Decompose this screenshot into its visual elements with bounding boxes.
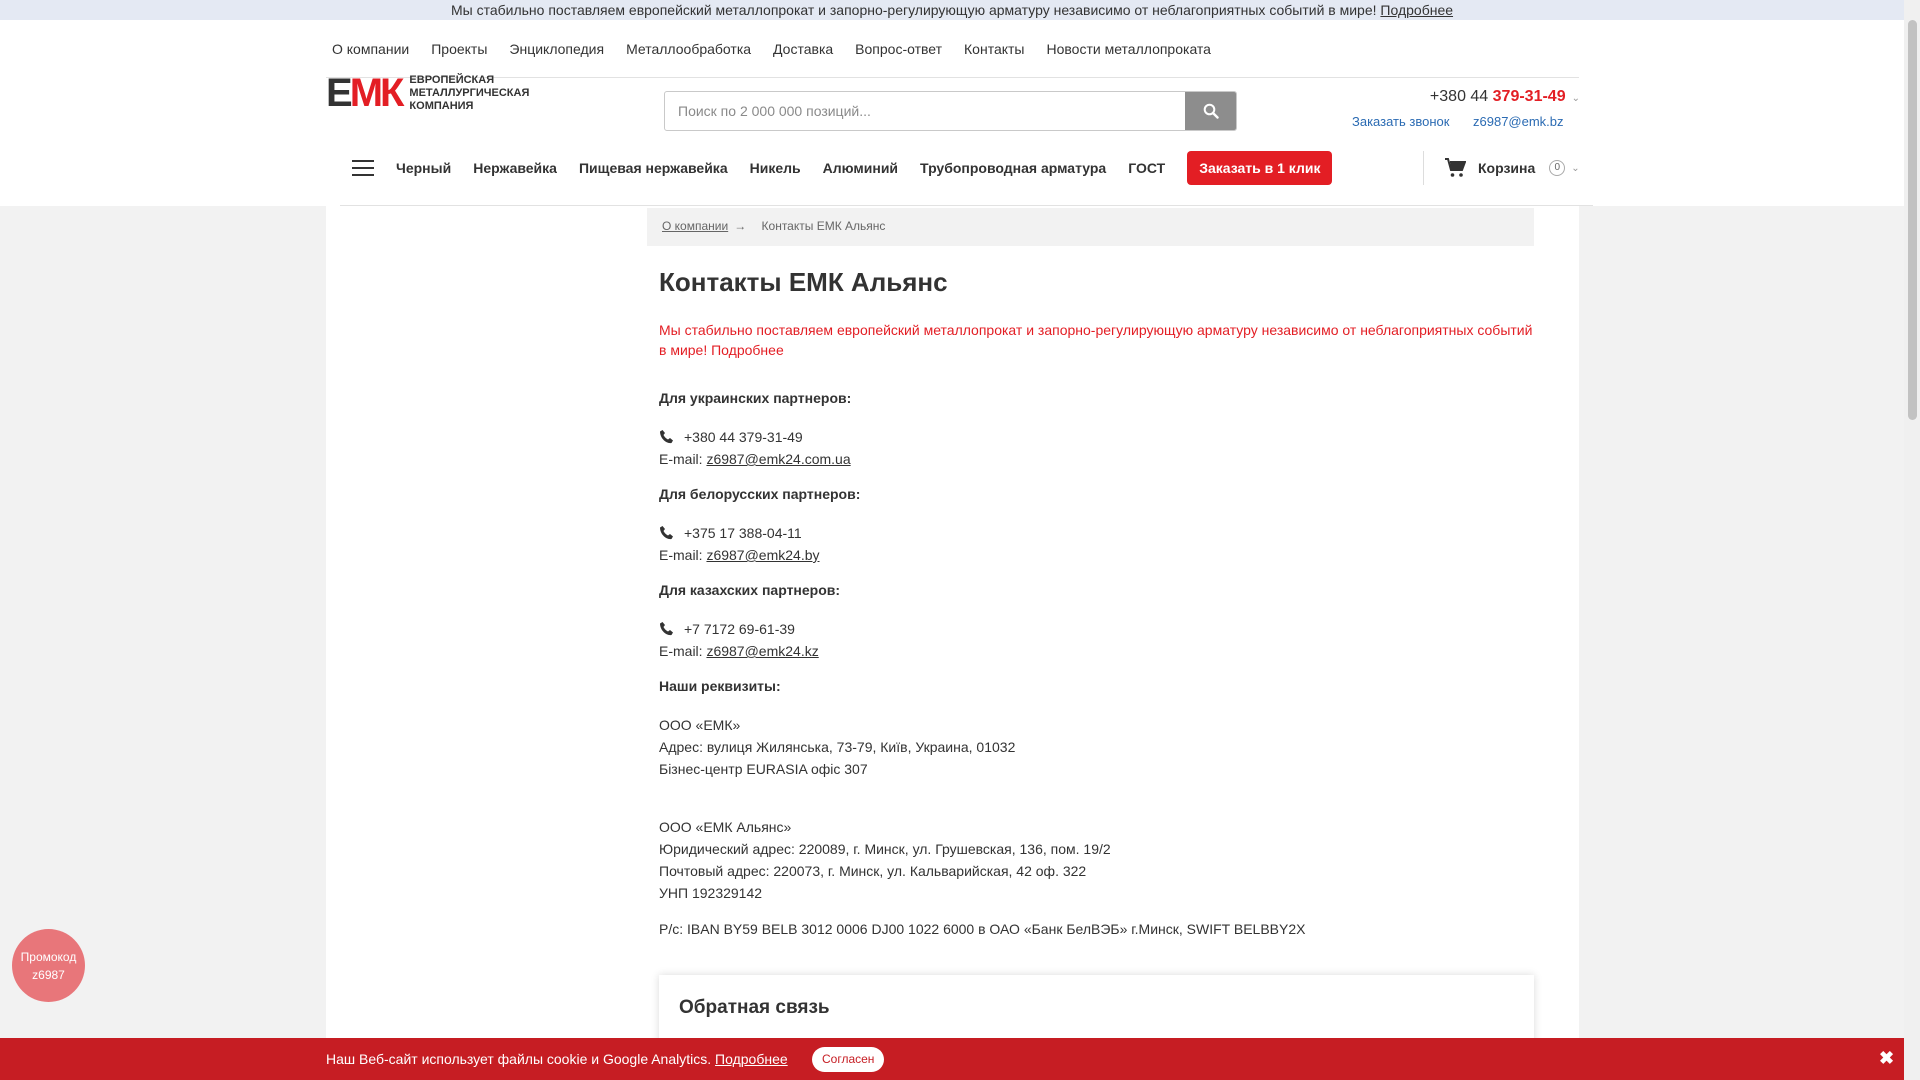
company1-name: ООО «ЕМК»	[659, 717, 741, 733]
company2-legal-address: Юридический адрес: 220089, г. Минск, ул.…	[659, 841, 1111, 857]
promo-code-badge[interactable]: Промокод z6987	[12, 929, 85, 1002]
nav-faq[interactable]: Вопрос-ответ	[855, 41, 942, 57]
company2-postal-address: Почтовый адрес: 220073, г. Минск, ул. Ка…	[659, 863, 1087, 879]
ua-heading: Для украинских партнеров:	[659, 390, 852, 406]
cart-icon	[1445, 158, 1466, 177]
ua-phone[interactable]: +380 44 379-31-49	[659, 426, 1534, 448]
kz-email: E-mail: z6987@emk24.kz	[659, 643, 819, 659]
ua-email-link[interactable]: z6987@emk24.com.ua	[706, 451, 850, 467]
chevron-down-icon: ⌄	[1571, 162, 1580, 174]
cookie-bar: Наш Веб-сайт использует файлы cookie и G…	[0, 1038, 1904, 1080]
ua-email: E-mail: z6987@emk24.com.ua	[659, 451, 851, 467]
nav-metalworking[interactable]: Металлообработка	[626, 41, 751, 57]
chevron-down-icon: ⌄	[1571, 93, 1580, 104]
cat-aluminium[interactable]: Алюминий	[823, 160, 898, 176]
nav-projects[interactable]: Проекты	[431, 41, 487, 57]
cart-count-badge: 0	[1549, 160, 1566, 176]
by-email: E-mail: z6987@emk24.by	[659, 547, 820, 563]
cat-gost[interactable]: ГОСТ	[1128, 160, 1165, 176]
notice-text: Мы стабильно поставляем европейский мета…	[450, 2, 1377, 18]
phone-icon	[660, 430, 673, 444]
menu-icon[interactable]	[352, 160, 374, 176]
notice-more-link[interactable]: Подробнее	[1380, 2, 1453, 18]
logo-text: Европейская металлургическая компания	[409, 73, 530, 112]
phone-icon	[660, 622, 673, 636]
by-email-link[interactable]: z6987@emk24.by	[706, 547, 819, 563]
page-title: Контакты ЕМК Альянс	[659, 267, 948, 297]
search-icon	[1203, 103, 1219, 119]
cat-food-stainless[interactable]: Пищевая нержавейка	[579, 160, 728, 176]
header-email-link[interactable]: z6987@emk.bz	[1473, 114, 1564, 129]
company2-bank-account: Р/с: IBAN BY59 BELB 3012 0006 DJ00 1022 …	[659, 921, 1306, 937]
search-bar	[664, 91, 1237, 131]
cat-stainless[interactable]: Нержавейка	[473, 160, 557, 176]
kz-heading: Для казахских партнеров:	[659, 582, 841, 598]
nav-contacts[interactable]: Контакты	[964, 41, 1024, 57]
breadcrumb-arrow: →	[734, 219, 747, 233]
by-heading: Для белорусских партнеров:	[659, 486, 861, 502]
requisites-heading: Наши реквизиты:	[659, 678, 781, 694]
nav-about[interactable]: О компании	[332, 41, 409, 57]
scrollbar-thumb[interactable]	[1908, 20, 1917, 420]
nav-delivery[interactable]: Доставка	[773, 41, 833, 57]
feedback-title: Обратная связь	[679, 997, 830, 1018]
kz-email-link[interactable]: z6987@emk24.kz	[706, 643, 818, 659]
close-icon[interactable]: ✖	[1879, 1048, 1894, 1069]
callback-link[interactable]: Заказать звонок	[1352, 114, 1449, 129]
cookie-agree-button[interactable]: Согласен	[812, 1047, 885, 1072]
cart-label: Корзина	[1478, 160, 1536, 176]
nav-news[interactable]: Новости металлопроката	[1047, 41, 1211, 57]
cat-nickel[interactable]: Никель	[750, 160, 801, 176]
phone-icon	[660, 526, 673, 540]
page-notice: Мы стабильно поставляем европейский мета…	[659, 322, 1533, 358]
cat-pipe-fittings[interactable]: Трубопроводная арматура	[920, 160, 1106, 176]
notice-bar: Мы стабильно поставляем европейский мета…	[0, 0, 1904, 20]
cookie-more-link[interactable]: Подробнее	[715, 1051, 788, 1067]
logo-mark: ЕМК	[326, 71, 404, 115]
company1-address: Адрес: вулиця Жилянська, 73-79, Київ, Ук…	[659, 739, 1016, 755]
search-button[interactable]	[1185, 92, 1236, 130]
top-nav: О компании Проекты Энциклопедия Металлоо…	[326, 20, 1579, 78]
site-logo[interactable]: ЕМК Европейская металлургическая компани…	[326, 72, 570, 114]
cat-black[interactable]: Черный	[396, 160, 451, 176]
nav-encyclopedia[interactable]: Энциклопедия	[509, 41, 604, 57]
search-input[interactable]	[665, 92, 1185, 130]
contacts-content: Контакты ЕМК Альянс Мы стабильно поставл…	[659, 262, 1534, 940]
breadcrumb-current: Контакты ЕМК Альянс	[761, 219, 886, 233]
breadcrumb-parent-link[interactable]: О компании	[662, 219, 728, 233]
cookie-text: Наш Веб-сайт использует файлы cookie и G…	[326, 1051, 788, 1067]
header-phone[interactable]: +380 44 379-31-49 ⌄	[1400, 88, 1580, 106]
page-scrollbar[interactable]	[1904, 0, 1920, 1080]
one-click-order-button[interactable]: Заказать в 1 клик	[1187, 151, 1333, 185]
company1-office: Бізнес-центр EURASIA офіс 307	[659, 761, 868, 777]
company2-name: ООО «ЕМК Альянс»	[659, 819, 792, 835]
by-phone[interactable]: +375 17 388-04-11	[659, 522, 1534, 544]
category-nav: Черный Нержавейка Пищевая нержавейка Ник…	[326, 148, 1579, 188]
company2-unp: УНП 192329142	[659, 885, 763, 901]
kz-phone[interactable]: +7 7172 69-61-39	[659, 618, 1534, 640]
breadcrumb: О компании → Контакты ЕМК Альянс	[647, 208, 1534, 246]
cart[interactable]: Корзина 0 ⌄	[1423, 151, 1580, 185]
